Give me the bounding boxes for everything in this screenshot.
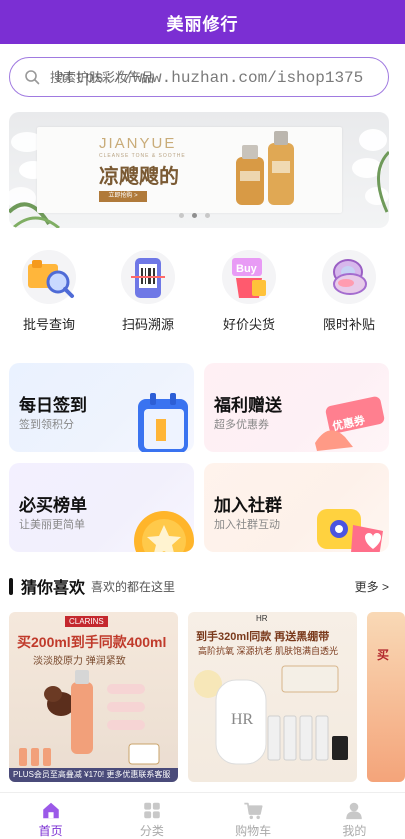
subsidy-icon <box>322 250 376 304</box>
card-sub: 签到领积分 <box>19 419 74 431</box>
card-daily-checkin[interactable]: 每日签到 签到领积分 <box>9 363 194 452</box>
promo-banner[interactable]: JIANYUE CLEANSE TONE & SOOTHE 凉飕飕的 立即抢购 … <box>9 112 389 228</box>
cart-icon <box>244 802 263 820</box>
carousel-dot[interactable] <box>179 213 184 218</box>
carousel-dot[interactable] <box>205 213 210 218</box>
product-image: HR <box>194 665 348 765</box>
recommend-header: 猜你喜欢 喜欢的都在这里 更多 > <box>9 575 389 597</box>
card-must-buy[interactable]: 必买榜单 让美丽更简单 <box>9 463 194 552</box>
category-icon <box>144 802 160 819</box>
page-title: 美丽修行 <box>166 14 239 34</box>
card-sub: 超多优惠券 <box>214 419 269 431</box>
banner-brand: JIANYUE <box>99 135 177 152</box>
card-title: 必买榜单 <box>19 496 87 515</box>
section-subtitle: 喜欢的都在这里 <box>91 579 176 594</box>
tab-label: 我的 <box>342 824 367 838</box>
search-bar[interactable] <box>9 57 389 97</box>
good-price-icon: Buy <box>222 250 276 304</box>
product-brand: CLARINS <box>65 616 108 627</box>
scan-code-icon <box>121 250 175 304</box>
card-welfare[interactable]: 福利赠送 超多优惠券 优惠券 <box>204 363 389 452</box>
home-icon <box>42 802 59 819</box>
section-title: 猜你喜欢 <box>21 580 86 597</box>
profile-icon <box>346 802 363 820</box>
banner-sub: CLEANSE TONE & SOOTHE <box>99 153 186 159</box>
bottle-icon <box>236 131 294 205</box>
svg-text:HR: HR <box>231 711 254 728</box>
tab-home[interactable]: 首页 <box>0 793 101 839</box>
banner-card: JIANYUE CLEANSE TONE & SOOTHE 凉飕飕的 立即抢购 … <box>37 127 342 213</box>
more-link[interactable]: 更多 > <box>355 578 389 595</box>
product-headline: 买200ml到手同款400ml <box>17 634 167 650</box>
tab-label: 购物车 <box>235 824 272 838</box>
quick-link-label: 扫码溯源 <box>121 317 174 332</box>
product-sub: 高阶抗氧 深源抗老 肌肤饱满自透光 <box>198 646 339 656</box>
carousel-dot[interactable] <box>192 213 197 218</box>
chat-bubble-icon <box>317 509 383 552</box>
bottom-tab-bar: 首页 分类 购物车 我的 <box>0 792 405 839</box>
carousel-dots[interactable] <box>179 213 210 218</box>
card-join-group[interactable]: 加入社群 加入社群互动 <box>204 463 389 552</box>
banner-buy-button[interactable]: 立即抢购 > <box>99 191 147 202</box>
card-title: 每日签到 <box>19 396 87 415</box>
product-card[interactable]: HR 到手320ml同款 再送黑绷带 高阶抗氧 深源抗老 肌肤饱满自透光 HR <box>188 612 357 782</box>
product-card[interactable]: 买 <box>367 612 405 782</box>
quick-link-subsidy[interactable]: 限时补贴 <box>319 250 379 333</box>
quick-link-good-price[interactable]: Buy 好价尖货 <box>219 250 279 333</box>
tab-label: 分类 <box>139 824 164 838</box>
search-input[interactable] <box>50 69 250 85</box>
product-headline: 买 <box>377 648 390 662</box>
calendar-icon <box>138 393 188 452</box>
tab-cart[interactable]: 购物车 <box>203 793 304 839</box>
section-bar <box>9 577 13 595</box>
tab-profile[interactable]: 我的 <box>304 793 405 839</box>
quick-link-label: 批号查询 <box>22 317 75 332</box>
banner-slogan: 凉飕飕的 <box>99 166 179 188</box>
card-title: 加入社群 <box>214 496 282 515</box>
card-sub: 让美丽更简单 <box>19 519 85 531</box>
tab-label: 首页 <box>38 824 63 838</box>
quick-link-label: 好价尖货 <box>222 317 275 332</box>
product-headline: 到手320ml同款 再送黑绷带 <box>196 631 330 643</box>
svg-text:Buy: Buy <box>236 263 258 275</box>
search-icon <box>25 70 40 85</box>
product-brand: HR <box>256 614 268 623</box>
product-promo-strip: PLUS会员至高叠减 ¥170! 更多优惠联系客服 <box>9 768 178 782</box>
batch-search-icon <box>22 250 76 304</box>
card-title: 福利赠送 <box>214 396 282 415</box>
product-image <box>19 670 160 766</box>
quick-link-label: 限时补贴 <box>322 317 375 332</box>
quick-link-scan-code[interactable]: 扫码溯源 <box>118 250 178 333</box>
star-coin-icon <box>134 511 194 552</box>
card-sub: 加入社群互动 <box>214 519 280 531</box>
tab-category[interactable]: 分类 <box>101 793 202 839</box>
quick-link-batch-search[interactable]: 批号查询 <box>19 250 79 333</box>
product-card[interactable]: CLARINS 买200ml到手同款400ml 淡淡胶原力 弹润紧致 PLUS会… <box>9 612 178 782</box>
app-header: 美丽修行 <box>0 0 405 44</box>
